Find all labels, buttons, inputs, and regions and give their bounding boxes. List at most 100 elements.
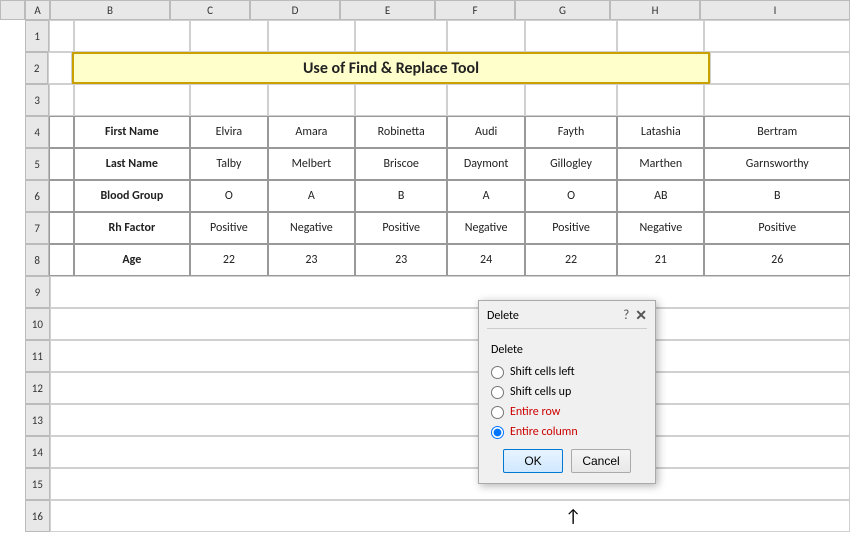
cell-e1[interactable] [355, 20, 447, 52]
cell-h3[interactable] [617, 84, 704, 116]
cell-g1[interactable] [525, 20, 617, 52]
cell-e4[interactable]: Robinetta [355, 116, 447, 148]
cell-d1[interactable] [268, 20, 355, 52]
cell-h1[interactable] [617, 20, 704, 52]
cell-d4[interactable]: Amara [268, 116, 355, 148]
ok-button[interactable]: OK [503, 449, 563, 473]
cell-i7[interactable]: Positive [704, 212, 850, 244]
cell-e5[interactable]: Briscoe [355, 148, 447, 180]
radio-entire-column-input[interactable] [491, 426, 504, 439]
cell-a8[interactable] [49, 244, 73, 276]
cell-b5-last-name: Last Name [74, 148, 190, 180]
cell-row14[interactable] [50, 436, 850, 468]
dialog-title: Delete [487, 309, 519, 323]
cell-e3[interactable] [355, 84, 447, 116]
cell-f1[interactable] [447, 20, 525, 52]
cell-c7[interactable]: Positive [190, 212, 268, 244]
cell-f5[interactable]: Daymont [447, 148, 525, 180]
row-header-15: 15 [25, 468, 50, 500]
cell-g5[interactable]: Gillogley [525, 148, 617, 180]
cell-i6[interactable]: B [704, 180, 850, 212]
radio-shift-up[interactable]: Shift cells up [491, 385, 643, 399]
cell-h5[interactable]: Marthen [617, 148, 704, 180]
radio-entire-column[interactable]: Entire column [491, 425, 643, 439]
cell-g7[interactable]: Positive [525, 212, 617, 244]
cell-f4[interactable]: Audi [447, 116, 525, 148]
cell-i8[interactable]: 26 [704, 244, 850, 276]
cell-i5[interactable]: Garnsworthy [704, 148, 850, 180]
cell-d5[interactable]: Melbert [268, 148, 355, 180]
cell-a5[interactable] [49, 148, 73, 180]
cell-g8[interactable]: 22 [525, 244, 617, 276]
col-header-e: E [340, 0, 435, 20]
cell-b3[interactable] [74, 84, 190, 116]
cell-a6[interactable] [49, 180, 73, 212]
cell-a4[interactable] [49, 116, 73, 148]
cell-g4[interactable]: Fayth [525, 116, 617, 148]
cell-h8[interactable]: 21 [617, 244, 704, 276]
dialog-help-button[interactable]: ? [623, 308, 629, 323]
cell-d8[interactable]: 23 [268, 244, 355, 276]
radio-entire-row[interactable]: Entire row [491, 405, 643, 419]
row-header-10: 10 [25, 308, 50, 340]
row-header-1: 1 [25, 20, 49, 52]
cell-row12[interactable] [50, 372, 850, 404]
cell-a2[interactable] [48, 52, 71, 84]
cell-i1[interactable] [704, 20, 850, 52]
cell-f6[interactable]: A [447, 180, 525, 212]
row-header-5: 5 [25, 148, 49, 180]
row-11: 11 [25, 340, 850, 372]
cell-a1[interactable] [49, 20, 73, 52]
cell-i2[interactable] [710, 52, 850, 84]
column-headers: A B C D E F G H I [0, 0, 850, 20]
row-9: 9 [25, 276, 850, 308]
cell-i4[interactable]: Bertram [704, 116, 850, 148]
cell-c4[interactable]: Elvira [190, 116, 268, 148]
cell-row9[interactable] [50, 276, 850, 308]
col-header-b: B [50, 0, 170, 20]
dialog-buttons: OK Cancel [491, 449, 643, 473]
cell-h6[interactable]: AB [617, 180, 704, 212]
row-7: 7 Rh Factor Positive Negative Positive N… [25, 212, 850, 244]
cell-e6[interactable]: B [355, 180, 447, 212]
cell-a7[interactable] [49, 212, 73, 244]
cell-h4[interactable]: Latashia [617, 116, 704, 148]
col-header-i: I [700, 0, 850, 20]
radio-shift-up-input[interactable] [491, 386, 504, 399]
cell-row11[interactable] [50, 340, 850, 372]
cell-row16[interactable] [50, 500, 850, 532]
radio-shift-left[interactable]: Shift cells left [491, 365, 643, 379]
cell-g6[interactable]: O [525, 180, 617, 212]
radio-shift-left-input[interactable] [491, 366, 504, 379]
cell-a3[interactable] [49, 84, 73, 116]
cancel-button[interactable]: Cancel [571, 449, 631, 473]
cell-f3[interactable] [447, 84, 525, 116]
cell-c5[interactable]: Talby [190, 148, 268, 180]
dialog-body: Delete Shift cells left Shift cells up E… [479, 335, 655, 483]
cell-f7[interactable]: Negative [447, 212, 525, 244]
cell-d7[interactable]: Negative [268, 212, 355, 244]
cell-c8[interactable]: 22 [190, 244, 268, 276]
cell-e8[interactable]: 23 [355, 244, 447, 276]
cell-c6[interactable]: O [190, 180, 268, 212]
cell-c3[interactable] [190, 84, 268, 116]
cell-f8[interactable]: 24 [447, 244, 525, 276]
dialog-close-button[interactable]: ✕ [635, 307, 647, 324]
col-header-f: F [435, 0, 515, 20]
cell-d6[interactable]: A [268, 180, 355, 212]
row-10: 10 [25, 308, 850, 340]
cell-row10[interactable] [50, 308, 850, 340]
row-header-16: 16 [25, 500, 50, 532]
cell-b1[interactable] [74, 20, 190, 52]
row-2: 2 Use of Find & Replace Tool [25, 52, 850, 84]
radio-entire-row-input[interactable] [491, 406, 504, 419]
row-4: 4 First Name Elvira Amara Robinetta Audi… [25, 116, 850, 148]
cell-row15[interactable] [50, 468, 850, 500]
cell-i3[interactable] [704, 84, 850, 116]
cell-c1[interactable] [190, 20, 268, 52]
cell-row13[interactable] [50, 404, 850, 436]
cell-d3[interactable] [268, 84, 355, 116]
cell-h7[interactable]: Negative [617, 212, 704, 244]
cell-g3[interactable] [525, 84, 617, 116]
cell-e7[interactable]: Positive [355, 212, 447, 244]
